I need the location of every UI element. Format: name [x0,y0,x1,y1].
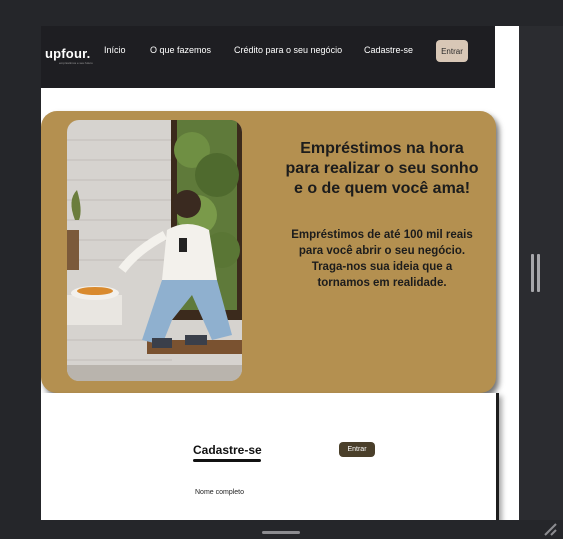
window-top-bar [0,0,563,26]
hero-subtitle-line: Empréstimos de até 100 mil reais [291,229,473,241]
brand-logo[interactable]: upfour. [45,46,90,61]
drag-handle[interactable] [262,531,300,534]
hero-photo-illustration [67,120,242,381]
signup-title: Cadastre-se [193,443,262,457]
hero-banner: Empréstimos na hora para realizar o seu … [41,111,496,393]
hero-title: Empréstimos na hora para realizar o seu … [265,139,499,199]
brand-tagline: empréstimos e seu futuro [59,61,93,65]
full-name-field-label: Nome completo [195,489,245,496]
signup-login-button[interactable]: Entrar [339,442,375,457]
scroll-grip-icon[interactable] [531,254,534,292]
window-bottom-bar [0,520,563,539]
nav-cadastre-link[interactable]: Cadastre-se [364,45,413,55]
login-button[interactable]: Entrar [436,40,468,62]
hero-subtitle-line: Traga-nos sua ideia que a [311,261,453,273]
hero-title-line: Empréstimos na hora [300,140,464,157]
window-left-gutter [0,26,41,520]
hero-subtitle-line: tornamos em realidade. [317,277,447,289]
hero-subtitle-line: para você abrir o seu negócio. [298,245,466,257]
hero-title-line: para realizar o seu sonho [285,160,479,177]
scroll-grip-icon[interactable] [537,254,540,292]
brand-name: upfour [45,46,87,61]
nav-inicio-link[interactable]: Início [104,45,126,55]
signup-card [41,393,499,520]
nav-credito-link[interactable]: Crédito para o seu negócio [234,45,342,55]
window-side-panel [519,26,563,520]
resize-icon[interactable] [543,522,557,536]
browser-viewport: upfour. empréstimos e seu futuro Início … [41,26,519,520]
nav-o-que-fazemos-link[interactable]: O que fazemos [150,45,211,55]
hero-subtitle: Empréstimos de até 100 mil reais para vo… [265,227,499,291]
hero-title-line: e o de quem você ama! [293,180,471,197]
signup-title-underline [193,459,261,462]
hero-photo [67,120,242,381]
site-navbar: upfour. empréstimos e seu futuro Início … [41,26,495,88]
